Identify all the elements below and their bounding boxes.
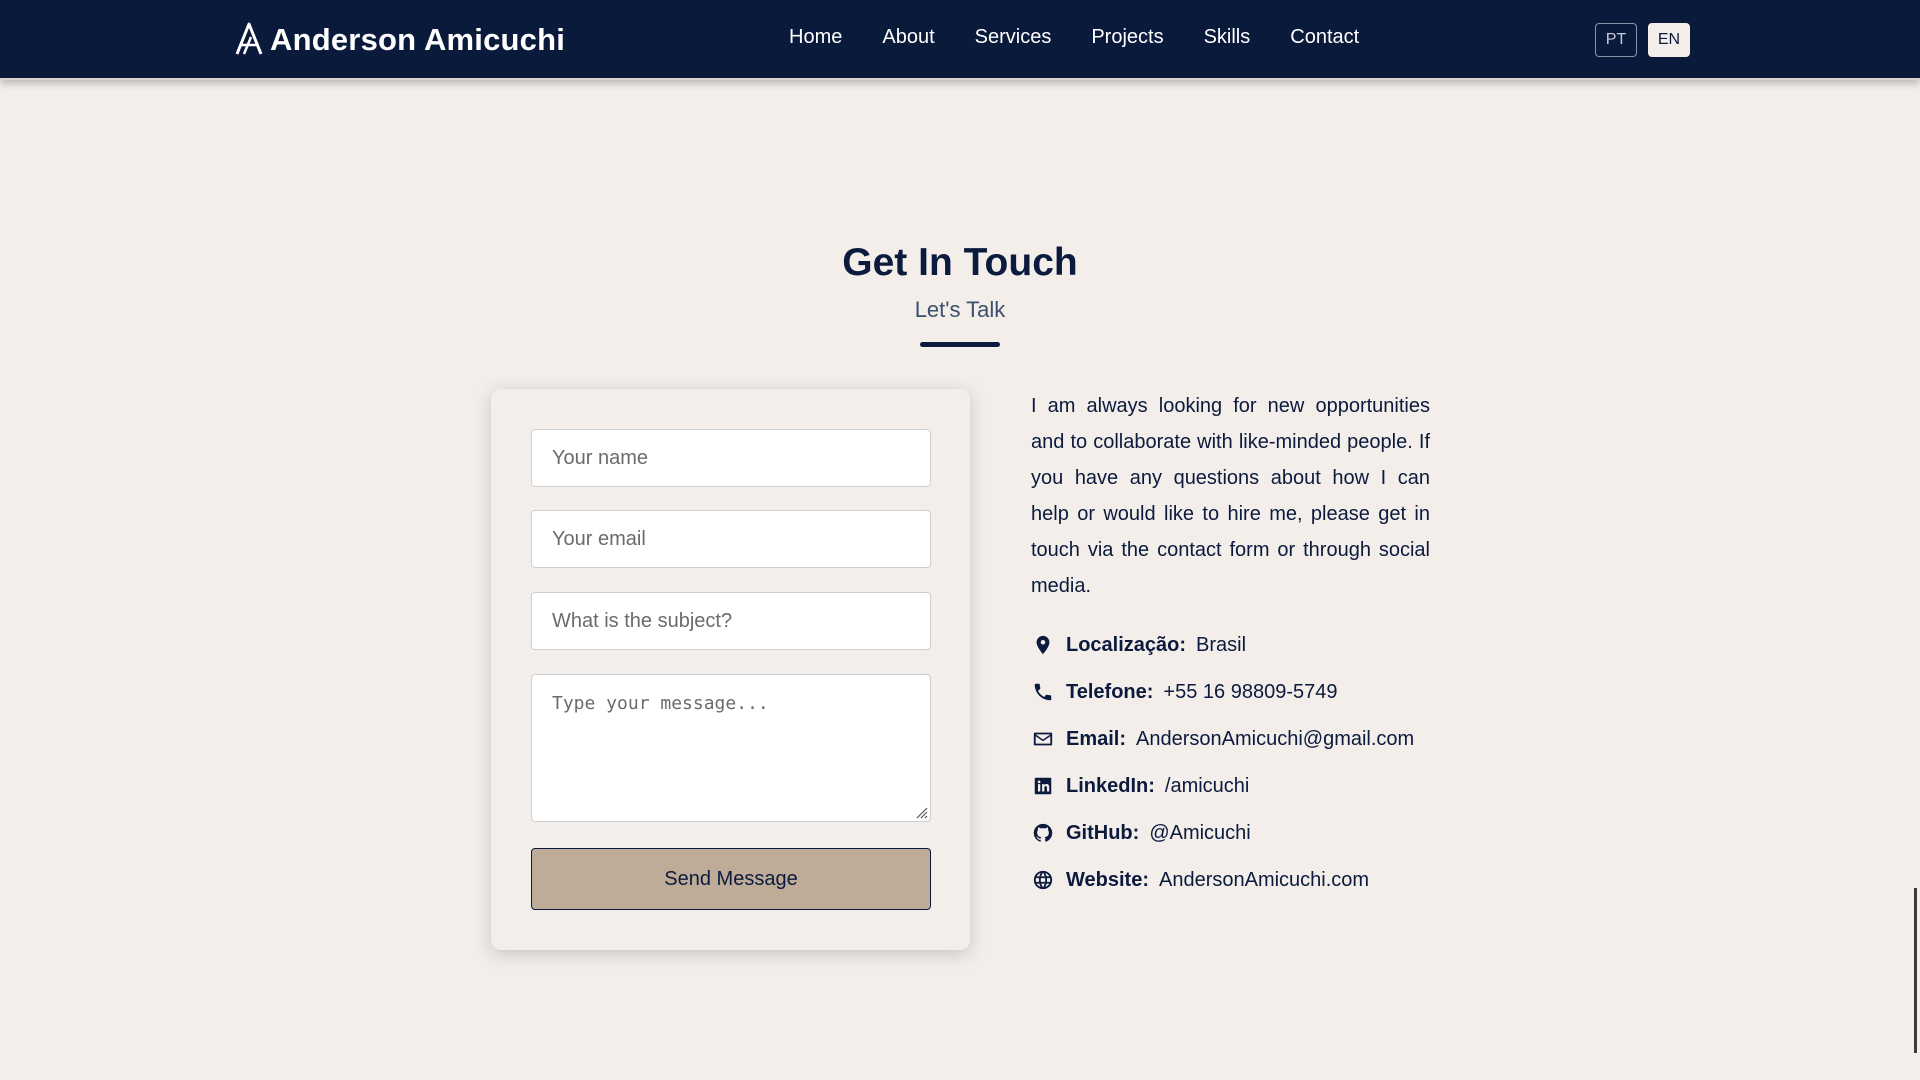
section-title: Get In Touch xyxy=(842,241,1078,284)
brand-link[interactable]: Anderson Amicuchi xyxy=(234,20,565,60)
nav-home[interactable]: Home xyxy=(789,26,842,49)
name-input[interactable] xyxy=(531,429,931,487)
contact-value[interactable]: /amicuchi xyxy=(1165,775,1249,798)
contact-value[interactable]: @Amicuchi xyxy=(1149,822,1250,845)
contact-item-location: Localização: Brasil xyxy=(1031,630,1246,660)
scrollbar-thumb[interactable] xyxy=(1914,888,1917,1053)
top-navbar: Anderson Amicuchi Home About Services Pr… xyxy=(0,0,1920,80)
nav-services[interactable]: Services xyxy=(975,26,1052,49)
language-en-button[interactable]: EN xyxy=(1648,23,1690,57)
subject-input[interactable] xyxy=(531,592,931,650)
linkedin-icon xyxy=(1031,774,1055,798)
nav-about[interactable]: About xyxy=(882,26,934,49)
contact-label: Localização: xyxy=(1066,633,1187,656)
main-nav: Home About Services Projects Skills Cont… xyxy=(789,26,1359,49)
language-pt-button[interactable]: PT xyxy=(1595,23,1637,57)
contact-item-phone: Telefone: +55 16 98809-5749 xyxy=(1031,677,1337,707)
contact-value[interactable]: AndersonAmicuchi.com xyxy=(1159,869,1369,892)
contact-value[interactable]: +55 16 98809-5749 xyxy=(1163,681,1337,704)
contact-item-github: GitHub: @Amicuchi xyxy=(1031,818,1251,848)
email-input[interactable] xyxy=(531,510,931,568)
contact-label: GitHub: xyxy=(1066,821,1140,844)
github-icon xyxy=(1031,821,1055,845)
location-pin-icon xyxy=(1031,633,1055,657)
contact-value: Brasil xyxy=(1196,633,1247,656)
contact-label: Email: xyxy=(1066,727,1127,750)
contact-item-linkedin: LinkedIn: /amicuchi xyxy=(1031,771,1249,801)
contact-item-email: Email: AndersonAmicuchi@gmail.com xyxy=(1031,724,1414,754)
contact-label: Telefone: xyxy=(1066,680,1154,703)
envelope-icon xyxy=(1031,727,1055,751)
resize-grip-icon[interactable] xyxy=(914,805,928,819)
contact-form: Send Message xyxy=(491,389,970,950)
nav-contact[interactable]: Contact xyxy=(1290,26,1359,49)
message-textarea[interactable] xyxy=(531,674,931,822)
globe-icon xyxy=(1031,868,1055,892)
contact-label: LinkedIn: xyxy=(1066,774,1155,797)
contact-item-website: Website: AndersonAmicuchi.com xyxy=(1031,865,1369,895)
title-underline xyxy=(920,342,1000,347)
nav-skills[interactable]: Skills xyxy=(1204,26,1251,49)
contact-intro-text: I am always looking for new opportunitie… xyxy=(1031,395,1430,597)
contact-value[interactable]: AndersonAmicuchi@gmail.com xyxy=(1136,728,1414,751)
brand-logo-icon xyxy=(234,21,266,60)
section-subtitle: Let's Talk xyxy=(914,297,1006,322)
nav-projects[interactable]: Projects xyxy=(1091,26,1163,49)
phone-icon xyxy=(1031,680,1055,704)
contact-label: Website: xyxy=(1066,868,1149,891)
brand-name: Anderson Amicuchi xyxy=(270,22,566,57)
send-message-button[interactable]: Send Message xyxy=(531,848,931,910)
